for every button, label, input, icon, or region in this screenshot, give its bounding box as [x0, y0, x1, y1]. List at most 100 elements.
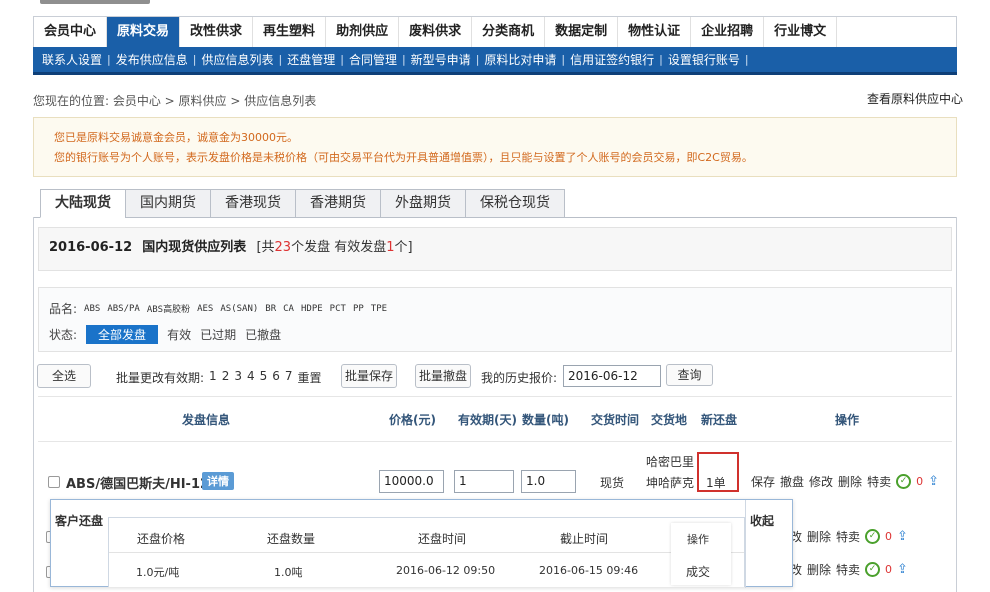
- check-circle-icon[interactable]: ✓: [865, 529, 881, 544]
- withdraw-link[interactable]: 撤盘: [780, 473, 804, 490]
- product-filter-pct[interactable]: PCT: [330, 304, 346, 314]
- nav-item-recruit[interactable]: 企业招聘: [691, 17, 765, 47]
- validity-input[interactable]: 1: [454, 470, 514, 493]
- status-filter-valid[interactable]: 有效: [167, 326, 191, 343]
- status-filter-withdrawn[interactable]: 已撤盘: [245, 326, 281, 343]
- tab-hk-spot[interactable]: 香港现货: [210, 189, 295, 218]
- share-icon[interactable]: ⇪: [897, 562, 908, 577]
- col-delivery-place: 交货地: [651, 413, 688, 427]
- new-counter-count[interactable]: 1单: [706, 474, 726, 491]
- validity-day-7[interactable]: 7: [285, 369, 293, 386]
- nav-item-property-cert[interactable]: 物性认证: [618, 17, 692, 47]
- batch-withdraw-button[interactable]: 批量撤盘: [415, 364, 471, 388]
- delete-link[interactable]: 删除: [838, 473, 862, 490]
- nav-item-modified[interactable]: 改性供求: [180, 17, 254, 47]
- check-count: 0: [885, 530, 893, 543]
- popup-col-operation: 操作: [687, 533, 709, 546]
- popup-title: 客户还盘: [55, 514, 104, 528]
- check-circle-icon[interactable]: ✓: [865, 562, 881, 577]
- batch-validity: 批量更改有效期: 1 2 3 4 5 6 7 重置: [116, 369, 322, 386]
- nav-item-data-custom[interactable]: 数据定制: [545, 17, 619, 47]
- tab-foreign-futures[interactable]: 外盘期货: [380, 189, 465, 218]
- validity-day-5[interactable]: 5: [260, 369, 268, 386]
- product-filter-abs-pa[interactable]: ABS/PA: [107, 304, 140, 314]
- breadcrumb: 您现在的位置: 会员中心 > 原料供应 > 供应信息列表: [33, 94, 317, 108]
- tab-bonded-spot[interactable]: 保税仓现货: [465, 189, 565, 218]
- edit-link[interactable]: 修改: [809, 473, 833, 490]
- nav-item-member-center[interactable]: 会员中心: [34, 17, 108, 47]
- save-link[interactable]: 保存: [751, 473, 775, 490]
- logo-fragment: [40, 0, 150, 4]
- product-filter-as-san[interactable]: AS(SAN): [220, 304, 258, 314]
- subnav-supply-list[interactable]: 供应信息列表: [196, 51, 278, 68]
- col-delivery-time: 交货时间: [591, 413, 640, 427]
- product-filter-aes[interactable]: AES: [197, 304, 213, 314]
- validity-day-4[interactable]: 4: [247, 369, 255, 386]
- subnav-counter-manage[interactable]: 还盘管理: [282, 51, 340, 68]
- special-sale-link[interactable]: 特卖: [836, 561, 860, 578]
- tab-mainland-spot[interactable]: 大陆现货: [40, 189, 125, 218]
- col-new-counter: 新还盘: [701, 413, 738, 427]
- subnav-contract-manage[interactable]: 合同管理: [344, 51, 402, 68]
- product-filter-abs[interactable]: ABS: [84, 304, 100, 314]
- product-filter-pp[interactable]: PP: [353, 304, 364, 314]
- subnav-publish-supply[interactable]: 发布供应信息: [111, 51, 193, 68]
- select-all-button[interactable]: 全选: [37, 364, 91, 388]
- check-count: 0: [885, 563, 893, 576]
- nav-item-material-trade[interactable]: 原料交易: [107, 17, 181, 47]
- product-filter-br[interactable]: BR: [265, 304, 276, 314]
- member-notice: 您已是原料交易诚意金会员，诚意金为30000元。 您的银行账号为个人账号，表示发…: [33, 117, 957, 177]
- special-sale-link[interactable]: 特卖: [867, 473, 891, 490]
- subnav-bank-account[interactable]: 设置银行账号: [663, 51, 745, 68]
- view-supply-center-link[interactable]: 查看原料供应中心: [867, 90, 963, 107]
- list-summary-mid: 个发盘 有效发盘: [291, 240, 387, 255]
- delivery-time: 现货: [600, 476, 625, 490]
- counter-offer-popup: 客户还盘 还盘价格 还盘数量 还盘时间 截止时间 操作 1.0元/吨 1.0吨 …: [50, 499, 793, 588]
- collapse-button[interactable]: 收起: [750, 512, 774, 529]
- tab-hk-futures[interactable]: 香港期货: [295, 189, 380, 218]
- popup-cell-quantity: 1.0吨: [274, 566, 303, 579]
- delete-link[interactable]: 删除: [807, 561, 831, 578]
- list-summary-post: 个]: [394, 240, 413, 255]
- special-sale-link[interactable]: 特卖: [836, 528, 860, 545]
- detail-badge[interactable]: 详情: [202, 472, 234, 490]
- share-icon[interactable]: ⇪: [928, 474, 939, 489]
- product-filter-tpe[interactable]: TPE: [371, 304, 387, 314]
- check-circle-icon[interactable]: ✓: [896, 474, 912, 489]
- col-validity: 有效期(天): [458, 413, 517, 427]
- tab-domestic-futures[interactable]: 国内期货: [125, 189, 210, 218]
- status-filter-all[interactable]: 全部发盘: [86, 325, 159, 344]
- hidden-row-actions: 改 删除 特卖 ✓ 0 ⇪: [790, 561, 908, 578]
- notice-line-account: 您的银行账号为个人账号，表示发盘价格是未税价格（可由交易平台代为开具普通增值票）…: [54, 151, 753, 164]
- nav-item-blog[interactable]: 行业博文: [764, 17, 838, 47]
- reset-link[interactable]: 重置: [298, 369, 322, 386]
- nav-item-additives[interactable]: 助剂供应: [326, 17, 400, 47]
- validity-day-2[interactable]: 2: [222, 369, 230, 386]
- list-summary-pre: [共: [256, 240, 275, 255]
- history-date-input[interactable]: 2016-06-12: [563, 365, 661, 387]
- subnav-compare[interactable]: 原料比对申请: [479, 51, 561, 68]
- validity-day-6[interactable]: 6: [272, 369, 280, 386]
- subnav-lc-bank[interactable]: 信用证签约银行: [565, 51, 659, 68]
- col-quantity: 数量(吨): [522, 413, 569, 427]
- price-input[interactable]: 10000.0: [379, 470, 444, 493]
- nav-item-waste[interactable]: 废料供求: [399, 17, 473, 47]
- share-icon[interactable]: ⇪: [897, 529, 908, 544]
- product-filter-ca[interactable]: CA: [283, 304, 294, 314]
- batch-save-button[interactable]: 批量保存: [341, 364, 397, 388]
- nav-item-category[interactable]: 分类商机: [472, 17, 546, 47]
- row-checkbox[interactable]: [48, 476, 60, 488]
- nav-item-recycled[interactable]: 再生塑料: [253, 17, 327, 47]
- product-filter-abs-powder[interactable]: ABS高胶粉: [147, 302, 190, 315]
- query-button[interactable]: 查询: [666, 364, 713, 386]
- status-filter-expired[interactable]: 已过期: [200, 326, 236, 343]
- deal-button[interactable]: 成交: [686, 563, 710, 580]
- subnav-new-model[interactable]: 新型号申请: [406, 51, 476, 68]
- quantity-input[interactable]: 1.0: [521, 470, 576, 493]
- delete-link[interactable]: 删除: [807, 528, 831, 545]
- list-date: 2016-06-12: [49, 240, 133, 255]
- validity-day-1[interactable]: 1: [209, 369, 217, 386]
- validity-day-3[interactable]: 3: [234, 369, 242, 386]
- product-filter-hdpe[interactable]: HDPE: [301, 304, 323, 314]
- subnav-contact-settings[interactable]: 联系人设置: [37, 51, 107, 68]
